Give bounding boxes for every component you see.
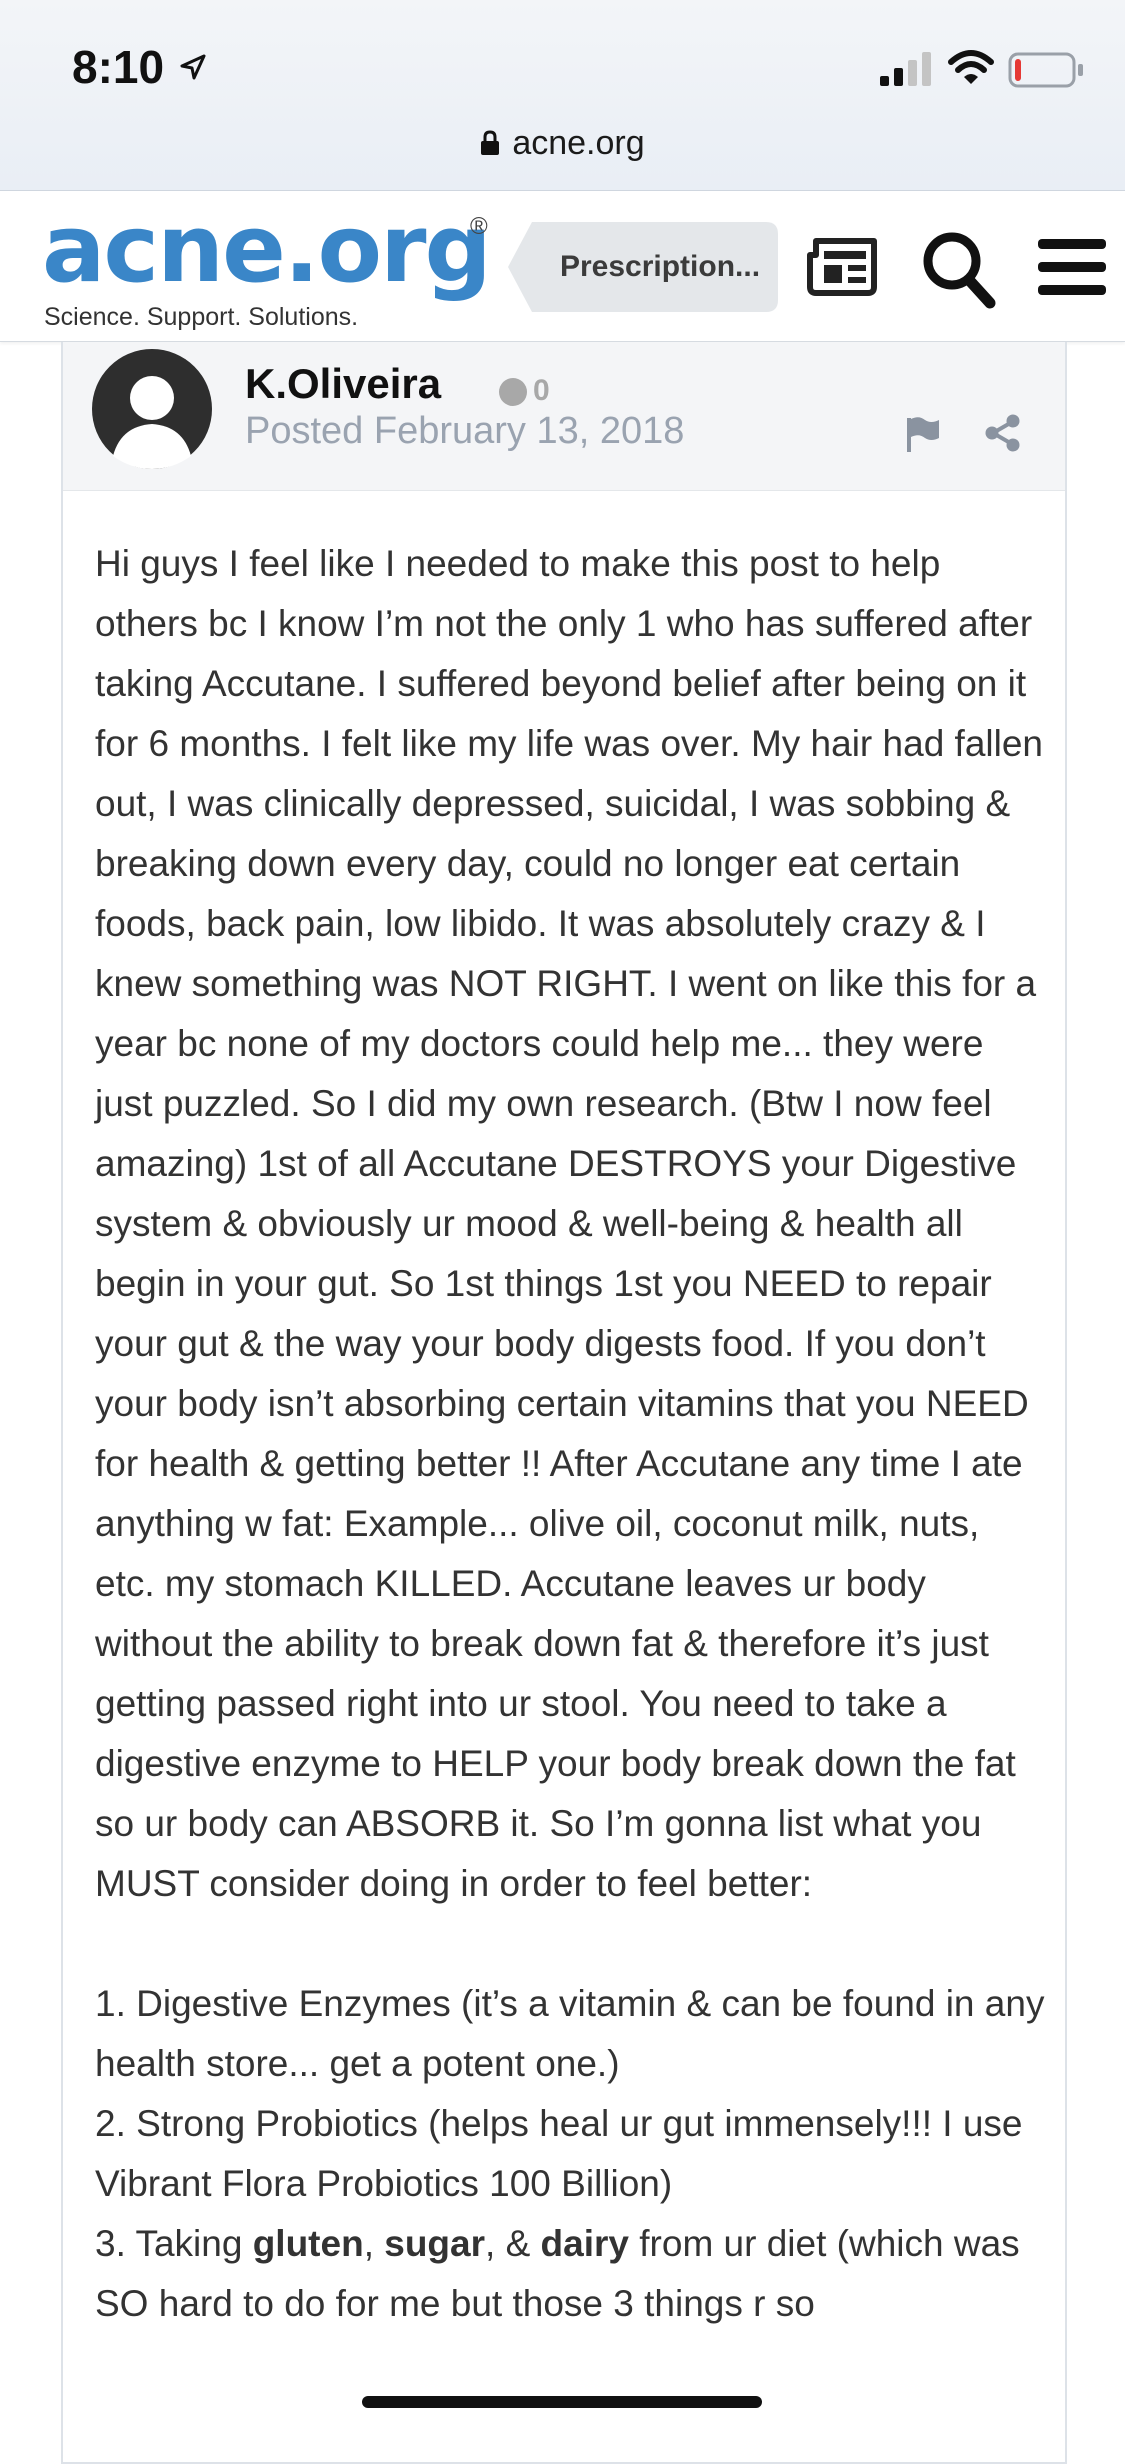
list-item: 2. Strong Probiotics (helps heal ur gut … bbox=[95, 2103, 1023, 2204]
reputation-count: 0 bbox=[533, 374, 550, 407]
newspaper-icon[interactable] bbox=[806, 235, 878, 297]
signal-icon bbox=[880, 52, 931, 86]
search-icon[interactable] bbox=[920, 229, 996, 309]
site-header: acne.org ® Science. Support. Solutions. … bbox=[0, 191, 1125, 342]
battery-low-icon bbox=[1008, 52, 1083, 88]
post-author-bar: K.Oliveira 0 Posted February 13, 2018 bbox=[63, 342, 1065, 491]
hamburger-menu-icon[interactable] bbox=[1036, 237, 1108, 297]
bold-gluten: gluten bbox=[252, 2223, 364, 2264]
list-item-separator: , & bbox=[485, 2223, 541, 2264]
post-list: 1. Digestive Enzymes (it’s a vitamin & c… bbox=[95, 1974, 1045, 2334]
bold-dairy: dairy bbox=[540, 2223, 629, 2264]
forum-breadcrumb-button[interactable]: Prescription... bbox=[508, 222, 778, 312]
url-text: acne.org bbox=[512, 123, 645, 162]
address-bar[interactable]: acne.org bbox=[0, 118, 1125, 168]
home-indicator[interactable] bbox=[362, 2396, 762, 2408]
location-arrow-icon bbox=[180, 54, 206, 80]
reputation-dot bbox=[499, 378, 527, 406]
logo-tagline: Science. Support. Solutions. bbox=[44, 303, 359, 331]
post-card: K.Oliveira 0 Posted February 13, 2018 Hi… bbox=[61, 342, 1067, 2464]
lock-icon bbox=[481, 130, 500, 155]
author-name[interactable]: K.Oliveira bbox=[245, 360, 441, 408]
registered-mark: ® bbox=[470, 213, 488, 240]
list-item: 1. Digestive Enzymes (it’s a vitamin & c… bbox=[95, 1983, 1045, 2084]
forum-breadcrumb-label: Prescription... bbox=[559, 250, 761, 283]
report-flag-icon[interactable] bbox=[903, 414, 943, 454]
post-body: Hi guys I feel like I needed to make thi… bbox=[95, 534, 1045, 2334]
list-item: 3. Taking gluten, sugar, & dairy from ur… bbox=[95, 2214, 1045, 2334]
site-logo[interactable]: acne.org ® Science. Support. Solutions. bbox=[42, 203, 502, 332]
list-item-prefix: 3. Taking bbox=[95, 2223, 253, 2264]
browser-chrome: 8:10 acne.org bbox=[0, 0, 1125, 191]
bold-sugar: sugar bbox=[384, 2223, 486, 2264]
post-date[interactable]: Posted February 13, 2018 bbox=[245, 410, 684, 453]
list-item-separator: , bbox=[363, 2223, 385, 2264]
share-icon[interactable] bbox=[983, 414, 1021, 452]
avatar[interactable] bbox=[91, 348, 213, 470]
post-paragraph: Hi guys I feel like I needed to make thi… bbox=[95, 543, 1043, 1904]
logo-wordmark: acne.org bbox=[42, 195, 492, 304]
wifi-icon bbox=[948, 50, 994, 84]
status-time: 8:10 bbox=[72, 41, 165, 93]
